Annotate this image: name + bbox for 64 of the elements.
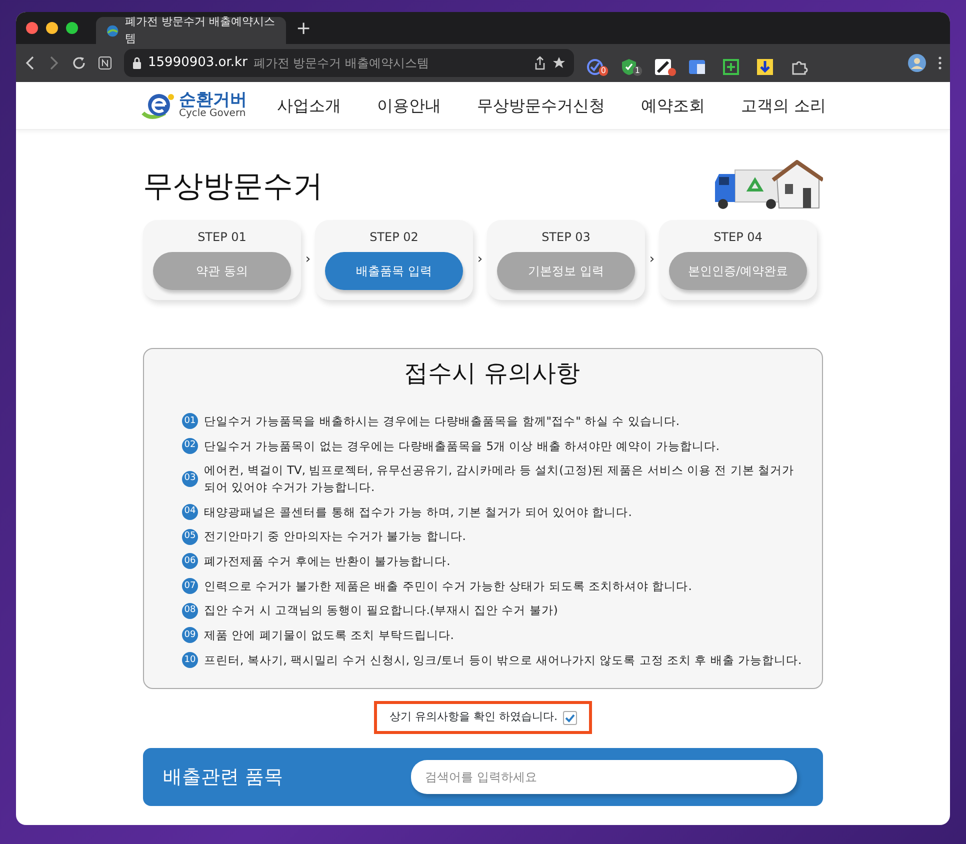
tab-title: 폐가전 방문수거 배출예약시스템 xyxy=(125,14,276,46)
step-arrow: › xyxy=(476,251,484,270)
nav-link[interactable]: 고객의 소리 xyxy=(741,94,826,118)
notice-text: 단일수거 가능품목을 배출하시는 경우에는 다량배출품목을 함께"접수" 하실 수 있습니다. xyxy=(204,413,680,430)
notice-text: 태양광패널은 콜센터를 통해 접수가 가능 하며, 기본 철거가 되어 있어야 합니다. xyxy=(204,504,632,520)
step-arrow: › xyxy=(648,251,656,270)
minimize-window-button[interactable] xyxy=(46,22,58,34)
number-badge: 02 xyxy=(182,438,198,454)
shield-icon[interactable] xyxy=(620,58,638,76)
favicon-icon xyxy=(106,24,120,38)
number-badge: 04 xyxy=(182,504,198,520)
browser-tab[interactable]: 폐가전 방문수거 배출예약시스템 xyxy=(96,17,286,44)
notice-text: 폐가전제품 수거 후에는 반환이 불가능합니다. xyxy=(204,553,450,570)
nav-link[interactable]: 예약조회 xyxy=(641,94,705,118)
forward-icon[interactable] xyxy=(48,56,60,70)
notice-title: 접수시 유의사항 xyxy=(403,358,581,389)
reload-icon[interactable] xyxy=(72,56,86,70)
step-number: STEP 01 xyxy=(196,229,248,246)
notice-text: 집안 수거 시 고객님의 동행이 필요합니다.(부재시 집안 수거 불가) xyxy=(204,602,558,620)
number-badge: 10 xyxy=(182,652,198,668)
zoom-window-button[interactable] xyxy=(66,22,78,34)
step-arrow: › xyxy=(304,251,312,270)
number-badge: 03 xyxy=(182,471,198,488)
step-number: STEP 03 xyxy=(540,229,592,246)
plus-icon[interactable] xyxy=(722,58,740,76)
pen-icon[interactable] xyxy=(654,58,672,76)
number-badge: 06 xyxy=(182,553,198,570)
back-icon[interactable] xyxy=(24,56,36,70)
step-button[interactable]: 배출품목 입력 xyxy=(325,252,463,290)
notice-text: 에어컨, 벽걸이 TV, 빔프로젝터, 유무선공유기, 감시카메라 등 설치(고정)된 제품은 서비스 이용 전 기본 철거가 되어 있어야 수거가 가능합니다. xyxy=(204,462,796,496)
extension-badge: 0 xyxy=(598,66,608,76)
check-icon[interactable] xyxy=(586,58,604,76)
lock-icon xyxy=(132,57,142,69)
url-domain: 15990903.or.kr xyxy=(148,54,248,72)
nav-link[interactable]: 무상방문수거신청 xyxy=(477,94,605,118)
bookmark-star-icon[interactable] xyxy=(552,56,566,70)
address-bar[interactable]: 15990903.or.kr 폐가전 방문수거 배출예약시스템 xyxy=(124,49,574,77)
search-field[interactable]: 검색어를 입력하세요 xyxy=(411,760,797,794)
more-menu-icon[interactable] xyxy=(938,56,942,70)
close-window-button[interactable] xyxy=(26,22,38,34)
notice-text: 단일수거 가능품목이 없는 경우에는 다량배출품목을 5개 이상 배출 하셔야만 예약이 가능합니다. xyxy=(204,438,720,454)
number-badge: 08 xyxy=(182,602,198,619)
confirm-label: 상기 유의사항을 확인 하였습니다. xyxy=(390,709,558,726)
number-badge: 09 xyxy=(182,627,198,644)
share-icon[interactable] xyxy=(534,56,546,70)
number-badge: 01 xyxy=(182,413,198,430)
notice-text: 인력으로 수거가 불가한 제품은 배출 주민이 수거 가능한 상태가 되도록 조치하셔야 합니다. xyxy=(204,578,692,594)
download-icon[interactable] xyxy=(756,58,774,76)
step-number: STEP 02 xyxy=(368,229,420,246)
new-tab-button[interactable]: + xyxy=(296,14,312,42)
page-title: 무상방문수거 xyxy=(143,168,323,206)
profile-avatar-icon[interactable] xyxy=(908,54,926,72)
notice-text: 제품 안에 폐기물이 없도록 조치 부탁드립니다. xyxy=(204,627,454,644)
section-title: 배출관련 품목 xyxy=(163,764,284,790)
nav-link[interactable]: 이용안내 xyxy=(377,94,441,118)
notice-text: 전기안마기 중 안마의자는 수거가 불가능 합니다. xyxy=(204,528,466,546)
number-badge: 07 xyxy=(182,578,198,594)
url-page-title: 폐가전 방문수거 배출예약시스템 xyxy=(253,55,430,72)
nav-link[interactable]: 사업소개 xyxy=(277,94,341,118)
confirm-checkbox[interactable] xyxy=(562,710,576,725)
notice-text: 프린터, 복사기, 팩시밀리 수거 신청시, 잉크/토너 등이 밖으로 새어나가지 않도록 고정 조치 후 배출 가능합니다. xyxy=(204,652,802,668)
number-badge: 05 xyxy=(182,528,198,545)
step-number: STEP 04 xyxy=(712,229,764,246)
site-logo[interactable]: 순환거버 Cycle Govern xyxy=(141,90,261,120)
